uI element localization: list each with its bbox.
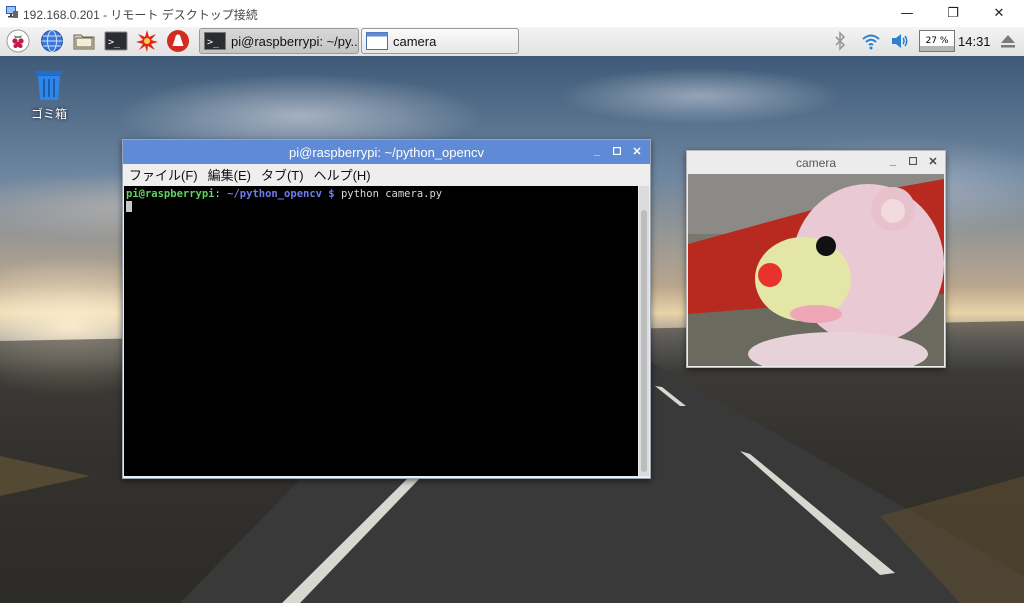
- web-browser-icon: [41, 30, 63, 52]
- maximize-icon: [909, 157, 917, 165]
- menu-edit[interactable]: 編集(E): [208, 165, 251, 184]
- web-browser-button[interactable]: [40, 29, 64, 53]
- task-terminal-label: pi@raspberrypi: ~/py...: [231, 33, 359, 49]
- minimize-button[interactable]: —: [884, 0, 930, 27]
- terminal-minimize-button[interactable]: _: [589, 143, 605, 159]
- cpu-usage-bar: [920, 45, 954, 51]
- clock[interactable]: 14:31: [958, 34, 991, 49]
- terminal-title-bar[interactable]: pi@raspberrypi: ~/python_opencv _ ✕: [123, 140, 650, 164]
- taskbar: >_ >_ pi@raspberrypi: ~/py... camera 27 …: [0, 27, 1024, 57]
- bluetooth-icon: [835, 31, 846, 51]
- terminal-scrollbar-thumb[interactable]: [641, 210, 647, 472]
- close-icon: ✕: [928, 155, 938, 168]
- menu-tab[interactable]: タブ(T): [261, 165, 304, 184]
- camera-window[interactable]: camera _ ✕: [686, 150, 946, 368]
- teddy-bear-image: [688, 174, 944, 366]
- desktop[interactable]: ゴミ箱 pi@raspberrypi: ~/python_opencv _ ✕ …: [0, 56, 1024, 603]
- terminal-icon: >_: [204, 32, 226, 50]
- menu-help[interactable]: ヘルプ(H): [314, 165, 371, 184]
- terminal-scrollbar[interactable]: [639, 186, 649, 476]
- terminal-launcher-button[interactable]: >_: [104, 29, 128, 53]
- raspberry-menu-icon: [6, 29, 30, 53]
- file-manager-button[interactable]: [72, 29, 96, 53]
- terminal-close-button[interactable]: ✕: [629, 143, 645, 159]
- close-button[interactable]: ✕: [976, 0, 1022, 27]
- terminal-maximize-button[interactable]: [609, 143, 625, 159]
- restore-icon: ❐: [947, 6, 959, 21]
- trash-icon: [36, 71, 62, 100]
- maximize-button[interactable]: ❐: [930, 0, 976, 27]
- terminal-screen[interactable]: pi@raspberrypi: ~/python_opencv $ python…: [124, 186, 638, 476]
- file-manager-icon: [73, 34, 95, 50]
- cpu-usage-monitor[interactable]: 27 %: [919, 30, 955, 52]
- camera-feed: [688, 174, 944, 366]
- minimize-icon: _: [593, 145, 601, 157]
- volume-icon: [892, 34, 908, 48]
- wolfram-icon: [167, 30, 189, 52]
- wifi-button[interactable]: [859, 29, 883, 53]
- eject-icon: [1001, 35, 1015, 48]
- window-icon: [366, 32, 388, 50]
- task-camera-label: camera: [393, 33, 437, 49]
- maximize-icon: [613, 147, 621, 155]
- menu-file[interactable]: ファイル(F): [129, 165, 198, 184]
- terminal-command: python camera.py: [334, 188, 443, 200]
- prompt-path: ~/python_opencv $: [220, 188, 335, 200]
- volume-button[interactable]: [888, 29, 912, 53]
- close-icon: ✕: [632, 145, 642, 158]
- camera-minimize-button[interactable]: _: [885, 153, 901, 169]
- cpu-usage-label: 27 %: [925, 36, 949, 46]
- eject-button[interactable]: [996, 29, 1020, 53]
- terminal-cursor: [126, 201, 132, 212]
- terminal-title: pi@raspberrypi: ~/python_opencv: [289, 145, 484, 160]
- trash-label: ゴミ箱: [30, 107, 67, 121]
- mathematica-button[interactable]: [135, 29, 159, 53]
- remote-desktop-icon: [6, 6, 18, 18]
- wolfram-button[interactable]: [166, 29, 190, 53]
- camera-maximize-button[interactable]: [905, 153, 921, 169]
- trash-desktop-icon[interactable]: ゴミ箱: [28, 68, 70, 122]
- task-terminal[interactable]: >_ pi@raspberrypi: ~/py...: [199, 28, 359, 54]
- prompt-user: pi@raspberrypi: [126, 188, 215, 200]
- terminal-icon: >_: [104, 31, 128, 51]
- terminal-window[interactable]: pi@raspberrypi: ~/python_opencv _ ✕ ファイル…: [122, 139, 651, 479]
- svg-text:>_: >_: [108, 37, 121, 48]
- task-camera[interactable]: camera: [361, 28, 519, 54]
- window-title: 192.168.0.201 - リモート デスクトップ接続: [23, 8, 258, 22]
- minimize-icon: _: [889, 155, 897, 167]
- minimize-icon: —: [900, 6, 914, 21]
- bluetooth-button[interactable]: [828, 29, 852, 53]
- svg-text:>_: >_: [207, 37, 220, 48]
- camera-close-button[interactable]: ✕: [925, 153, 941, 169]
- mathematica-icon: [136, 30, 158, 52]
- raspberry-menu-button[interactable]: [6, 29, 30, 53]
- camera-title-bar[interactable]: camera _ ✕: [687, 151, 945, 173]
- close-icon: ✕: [993, 6, 1005, 21]
- terminal-command-line: pi@raspberrypi: ~/python_opencv $ python…: [126, 188, 442, 200]
- remote-desktop-title-bar[interactable]: 192.168.0.201 - リモート デスクトップ接続 — ❐ ✕: [0, 0, 1024, 27]
- wifi-icon: [862, 34, 880, 50]
- terminal-menubar: ファイル(F) 編集(E) タブ(T) ヘルプ(H): [123, 164, 650, 185]
